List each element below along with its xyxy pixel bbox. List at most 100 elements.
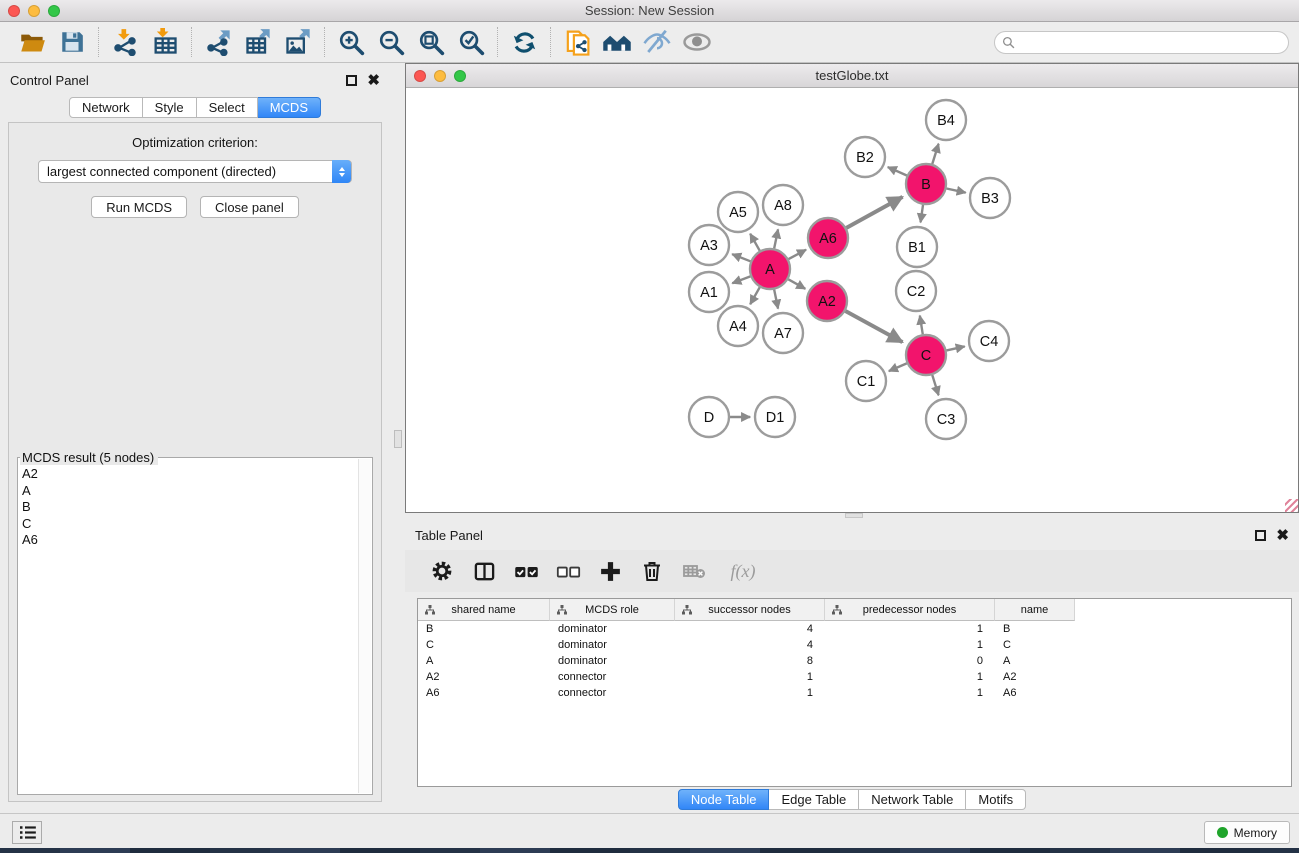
result-item[interactable]: C	[22, 516, 356, 533]
hide-selected-button[interactable]	[637, 25, 677, 59]
column-header-MCDS-role[interactable]: MCDS role	[550, 599, 675, 621]
select-all-checkboxes-button[interactable]	[507, 554, 545, 588]
column-header-shared-name[interactable]: shared name	[418, 599, 550, 621]
table-row[interactable]: Cdominator41C	[418, 637, 1291, 653]
search-container	[994, 31, 1289, 54]
control-panel: Control Panel ✖ NetworkStyleSelectMCDS O…	[0, 63, 390, 813]
show-column-button[interactable]	[465, 554, 503, 588]
search-input[interactable]	[994, 31, 1289, 54]
save-floppy-icon	[59, 29, 85, 55]
graph-edge-B-B4[interactable]	[932, 144, 938, 164]
float-table-panel-icon[interactable]	[1255, 530, 1266, 541]
delete-row-trash-button[interactable]	[633, 554, 671, 588]
table-options-gear-button[interactable]	[423, 554, 461, 588]
export-image-button[interactable]	[278, 25, 318, 59]
table-tab-motifs[interactable]: Motifs	[966, 789, 1026, 810]
toolbar-separator	[191, 27, 192, 57]
zoom-in-button[interactable]	[331, 25, 371, 59]
save-session-button[interactable]	[52, 25, 92, 59]
first-neighbors-button[interactable]	[597, 25, 637, 59]
optimization-criterion-dropdown[interactable]: largest connected component (directed)	[38, 160, 352, 183]
export-table-icon	[244, 28, 272, 56]
network-window-titlebar[interactable]: testGlobe.txt	[406, 64, 1298, 88]
graph-edge-C-C2[interactable]	[920, 316, 923, 335]
table-row[interactable]: A6connector11A6	[418, 685, 1291, 701]
apply-function-button[interactable]: f(x)	[717, 554, 769, 588]
result-item[interactable]: A2	[22, 466, 356, 483]
result-item[interactable]: A6	[22, 532, 356, 549]
graph-edge-C-C1[interactable]	[889, 363, 907, 371]
zoom-out-button[interactable]	[371, 25, 411, 59]
new-network-from-selection-icon	[563, 28, 592, 57]
zoom-selected-button[interactable]	[451, 25, 491, 59]
column-header-name[interactable]: name	[995, 599, 1075, 621]
close-window-button[interactable]	[8, 5, 20, 17]
dropdown-selected-value: largest connected component (directed)	[47, 164, 276, 179]
import-table-button[interactable]	[145, 25, 185, 59]
table-cell: A	[418, 655, 550, 667]
zoom-selected-icon	[457, 28, 486, 57]
zoom-fit-button[interactable]	[411, 25, 451, 59]
graph-edge-C-C4[interactable]	[946, 346, 964, 350]
graph-node-label: C1	[857, 374, 876, 390]
window-resize-grip[interactable]	[1285, 499, 1298, 512]
graph-edge-B-B1[interactable]	[921, 205, 924, 223]
tab-select[interactable]: Select	[197, 97, 258, 118]
table-row[interactable]: A2connector11A2	[418, 669, 1291, 685]
run-mcds-button[interactable]: Run MCDS	[91, 196, 187, 218]
close-panel-button[interactable]: Close panel	[200, 196, 299, 218]
network-maximize-button[interactable]	[454, 70, 466, 82]
export-table-button[interactable]	[238, 25, 278, 59]
network-canvas[interactable]: B4B2BB3A8A5A6A3B1AC2A1A2A4A7C4CC1DD1C3	[406, 88, 1298, 512]
close-panel-icon[interactable]: ✖	[367, 75, 380, 86]
open-session-button[interactable]	[12, 25, 52, 59]
table-row[interactable]: Bdominator41B	[418, 621, 1291, 637]
graph-edge-A6-B[interactable]	[846, 197, 902, 228]
graph-edge-B-B3[interactable]	[947, 188, 966, 192]
graph-edge-A-A4[interactable]	[750, 287, 760, 304]
tab-mcds[interactable]: MCDS	[258, 97, 321, 118]
table-row[interactable]: Adominator80A	[418, 653, 1291, 669]
column-header-successor-nodes[interactable]: successor nodes	[675, 599, 825, 621]
new-network-from-selection-button[interactable]	[557, 25, 597, 59]
graph-edge-A-A1[interactable]	[732, 276, 750, 283]
import-network-button[interactable]	[105, 25, 145, 59]
graph-edge-A2-C[interactable]	[845, 311, 902, 342]
memory-button[interactable]: Memory	[1204, 821, 1290, 844]
graph-edge-A-A5[interactable]	[750, 234, 760, 251]
delete-table-button[interactable]	[675, 554, 713, 588]
graph-edge-B-B2[interactable]	[888, 167, 907, 175]
table-tab-node-table[interactable]: Node Table	[678, 789, 770, 810]
result-scrollbar[interactable]	[358, 459, 371, 793]
optimization-criterion-label: Optimization criterion:	[9, 135, 381, 150]
table-tab-network-table[interactable]: Network Table	[859, 789, 966, 810]
task-history-button[interactable]	[12, 821, 42, 844]
search-icon	[1002, 36, 1015, 49]
checked-boxes-icon	[513, 558, 540, 585]
float-panel-icon[interactable]	[346, 75, 357, 86]
deselect-all-checkboxes-button[interactable]	[549, 554, 587, 588]
minimize-window-button[interactable]	[28, 5, 40, 17]
maximize-window-button[interactable]	[48, 5, 60, 17]
graph-edge-A-A8[interactable]	[774, 229, 778, 248]
result-item[interactable]: B	[22, 499, 356, 516]
result-item[interactable]: A	[22, 483, 356, 500]
network-close-button[interactable]	[414, 70, 426, 82]
graph-edge-A-A6[interactable]	[789, 250, 807, 259]
tab-network[interactable]: Network	[69, 97, 143, 118]
close-table-panel-icon[interactable]: ✖	[1276, 530, 1289, 541]
refresh-layout-button[interactable]	[504, 25, 544, 59]
table-tab-edge-table[interactable]: Edge Table	[769, 789, 859, 810]
graph-edge-C-C3[interactable]	[932, 375, 938, 395]
export-network-button[interactable]	[198, 25, 238, 59]
graph-node-label: A2	[818, 294, 836, 310]
column-header-predecessor-nodes[interactable]: predecessor nodes	[825, 599, 995, 621]
show-all-button[interactable]	[677, 25, 717, 59]
graph-edge-A-A7[interactable]	[774, 290, 778, 309]
network-minimize-button[interactable]	[434, 70, 446, 82]
tab-style[interactable]: Style	[143, 97, 197, 118]
graph-edge-A-A3[interactable]	[732, 254, 750, 261]
add-row-button[interactable]	[591, 554, 629, 588]
graph-edge-A-A2[interactable]	[788, 279, 805, 289]
vertical-splitter-grip[interactable]	[394, 430, 402, 448]
